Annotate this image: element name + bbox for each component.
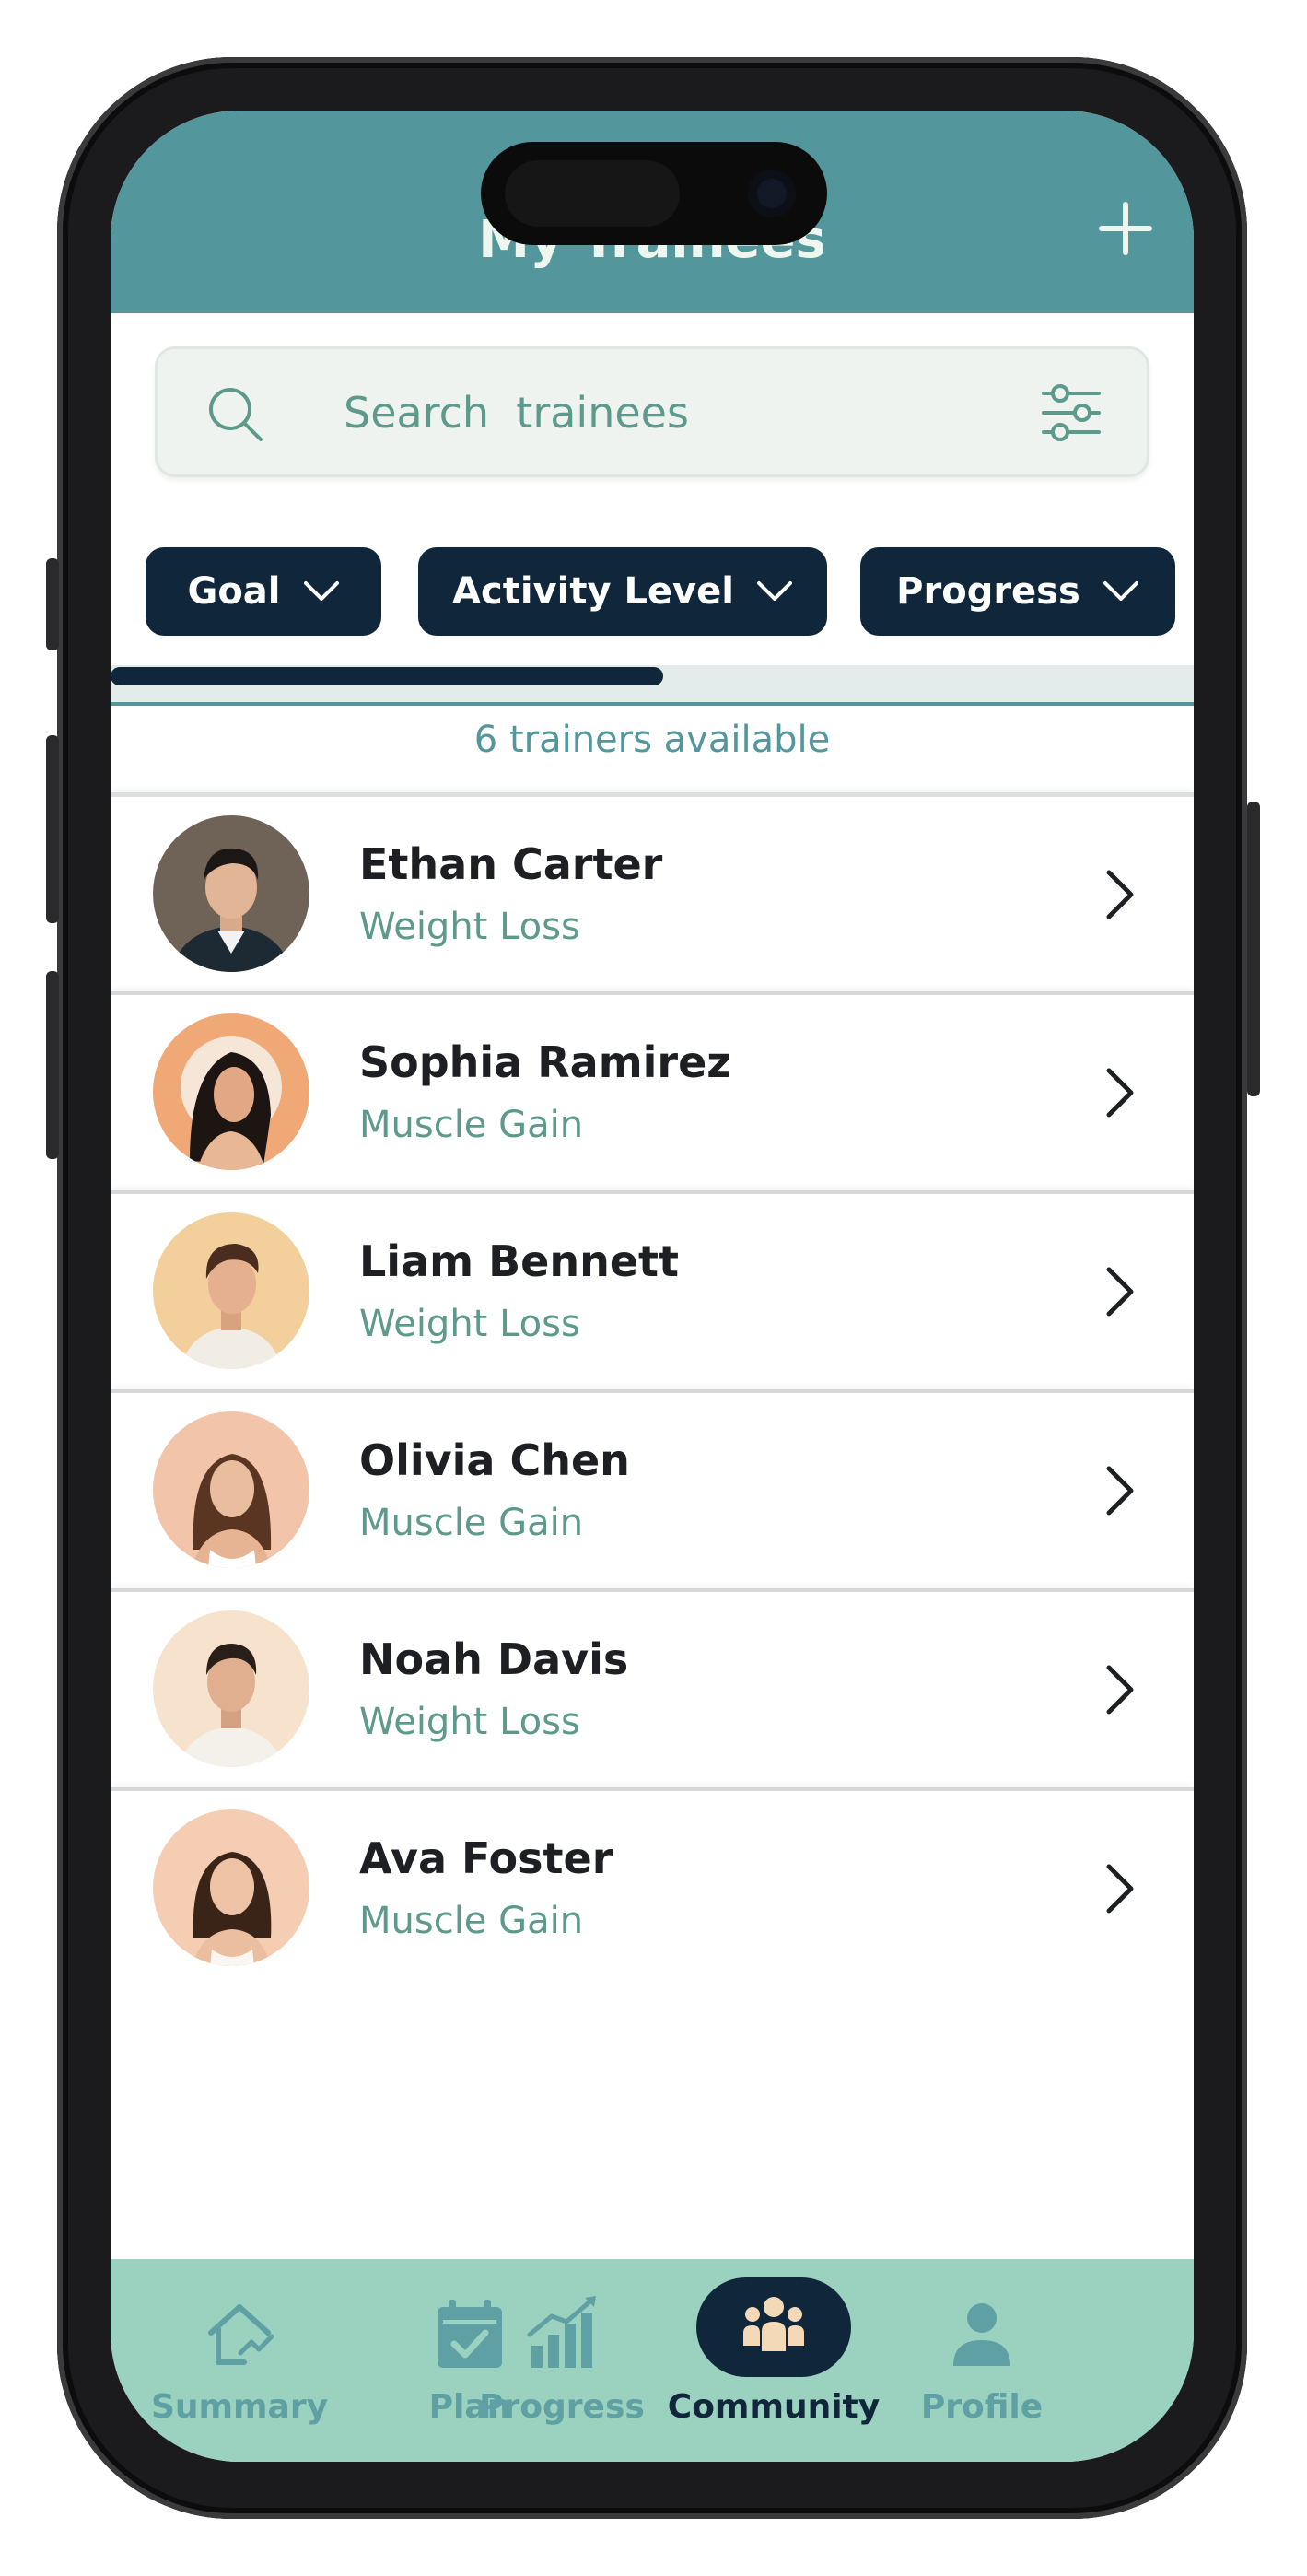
trainee-name: Liam Bennett (359, 1236, 679, 1286)
search-icon (209, 388, 263, 441)
filter-chip-label: Goal (187, 570, 281, 613)
chevron-right-icon (1106, 1665, 1134, 1715)
chevron-right-icon (1106, 870, 1134, 919)
nav-label: Progress (479, 2388, 645, 2426)
filter-chip-label: Activity Level (452, 570, 734, 613)
trainee-goal: Muscle Gain (359, 1104, 584, 1146)
nav-label: Profile (920, 2388, 1044, 2426)
trainee-goal: Weight Loss (359, 906, 580, 948)
chevron-right-icon (1106, 1068, 1134, 1118)
chevron-down-icon (1103, 581, 1138, 601)
search-input[interactable] (342, 373, 990, 452)
nav-label: Community (667, 2388, 881, 2426)
chevron-right-icon (1106, 1267, 1134, 1317)
filter-sliders-icon[interactable] (1040, 382, 1103, 443)
trainee-row-noah-davis[interactable]: Noah Davis Weight Loss (111, 1588, 1194, 1787)
trainee-row-olivia-chen[interactable]: Olivia Chen Muscle Gain (111, 1389, 1194, 1588)
volume-up-button (46, 735, 59, 923)
trainee-goal: Weight Loss (359, 1701, 580, 1743)
nav-profile[interactable]: Profile (890, 2259, 1074, 2462)
bottom-nav: Summary Plan Progress Community Profile (111, 2259, 1194, 2462)
trainee-row-ava-foster[interactable]: Ava Foster Muscle Gain (111, 1787, 1194, 1986)
avatar (153, 815, 309, 972)
chevron-right-icon (1106, 1466, 1134, 1516)
chevron-down-icon (756, 581, 792, 601)
filter-chip-label: Progress (896, 570, 1080, 613)
divider (111, 702, 1194, 706)
avatar (153, 1013, 309, 1170)
trainee-list: Ethan Carter Weight Loss Sophia Ramirez … (111, 792, 1194, 1986)
chevron-down-icon (303, 581, 339, 601)
trainee-name: Noah Davis (359, 1634, 629, 1684)
mute-switch (46, 558, 59, 650)
power-button (1247, 802, 1260, 1096)
chip-scrollbar[interactable] (111, 667, 663, 685)
filter-chip-progress[interactable]: Progress (860, 547, 1175, 636)
avatar (153, 1411, 309, 1568)
volume-down-button (46, 971, 59, 1159)
trainee-row-ethan-carter[interactable]: Ethan Carter Weight Loss (111, 792, 1194, 991)
trainee-goal: Muscle Gain (359, 1502, 584, 1544)
trainee-name: Olivia Chen (359, 1435, 630, 1485)
app-header: My Trainees (111, 111, 1194, 313)
app-screen: My Trainees (111, 111, 1194, 2462)
nav-community[interactable]: Community (668, 2259, 880, 2462)
trainee-row-sophia-ramirez[interactable]: Sophia Ramirez Muscle Gain (111, 991, 1194, 1190)
trainer-count-label: 6 trainers available (473, 719, 831, 761)
camera-icon (748, 170, 796, 217)
group-icon (743, 2297, 804, 2351)
dynamic-island (481, 142, 827, 245)
home-chart-icon (208, 2304, 274, 2365)
bar-chart-icon (527, 2296, 596, 2368)
nav-summary[interactable]: Summary (147, 2259, 332, 2462)
avatar (153, 1610, 309, 1767)
trainee-name: Sophia Ramirez (359, 1037, 732, 1087)
filter-chip-goal[interactable]: Goal (146, 547, 381, 636)
search-bar (155, 346, 1149, 477)
trainee-name: Ethan Carter (359, 839, 663, 889)
add-trainee-button[interactable] (1087, 190, 1164, 267)
trainee-goal: Muscle Gain (359, 1900, 584, 1942)
nav-progress[interactable]: Progress (470, 2259, 654, 2462)
plus-icon (1099, 202, 1152, 255)
nav-label: Summary (150, 2388, 329, 2426)
trainee-row-liam-bennett[interactable]: Liam Bennett Weight Loss (111, 1190, 1194, 1389)
avatar (153, 1212, 309, 1369)
chevron-right-icon (1106, 1864, 1134, 1914)
avatar (153, 1809, 309, 1966)
trainee-goal: Weight Loss (359, 1303, 580, 1345)
trainee-name: Ava Foster (359, 1833, 613, 1883)
filter-chip-activity-level[interactable]: Activity Level (418, 547, 827, 636)
user-icon (953, 2303, 1010, 2366)
